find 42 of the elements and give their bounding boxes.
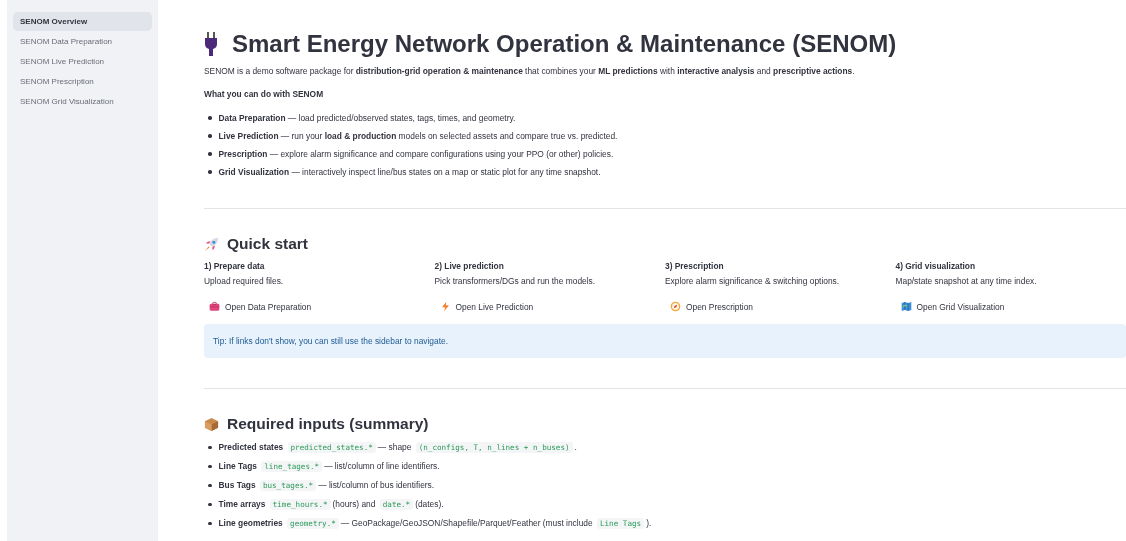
sidebar-item[interactable]: SENOM Prescription	[13, 72, 152, 91]
feature-item: Prescription — explore alarm significance and compare configurations using your PPO (or other) policies.	[218, 148, 614, 160]
page-title: Smart Energy Network Operation & Maintenance (SENOM)	[232, 30, 897, 58]
plug-icon	[204, 32, 218, 56]
step-title: 4) Grid visualization	[895, 261, 977, 271]
briefcase-icon	[209, 301, 220, 312]
section-label: What you can do with SENOM	[204, 89, 325, 99]
bullet-icon	[208, 152, 212, 156]
page-link[interactable]: Open Grid Visualization	[895, 301, 1010, 312]
step-description: Upload required files.	[204, 276, 285, 286]
section-heading: Required inputs (summary)	[227, 415, 429, 433]
bullet-icon	[208, 170, 212, 174]
bullet-icon	[208, 116, 212, 120]
step-description: Map/state snapshot at any time index.	[895, 276, 1038, 286]
intro-text: SENOM is a demo software package for distribution-grid operation & maintenance that combines your ML predictions with interactive analysis and prescriptive actions.	[204, 66, 856, 76]
feature-item: Grid Visualization — interactively inspect line/bus states on a map or static plot for any time snapshot.	[218, 166, 601, 178]
bullet-icon	[208, 445, 212, 450]
package-icon	[204, 416, 219, 432]
step-description: Pick transformers/DGs and run the models.	[434, 276, 597, 286]
compass-icon	[670, 301, 681, 312]
bullet-icon	[208, 134, 212, 138]
step-title: 2) Live prediction	[434, 261, 505, 271]
step-title: 3) Prescription	[665, 261, 725, 271]
sidebar-item[interactable]: SENOM Data Preparation	[13, 32, 152, 51]
bullet-icon	[208, 464, 212, 469]
bullet-icon	[208, 483, 212, 488]
sidebar-item[interactable]: SENOM Grid Visualization	[13, 92, 152, 111]
tip-banner: Tip: If links don't show, you can still use the sidebar to navigate.	[204, 324, 1126, 358]
step-title: 1) Prepare data	[204, 261, 266, 271]
section-heading: Quick start	[227, 235, 308, 253]
bullet-icon	[208, 521, 212, 526]
sidebar-item[interactable]: SENOM Overview	[13, 12, 152, 31]
feature-item: Live Prediction — run your load & production models on selected assets and compare true vs. predicted.	[218, 130, 618, 142]
rocket-icon	[204, 236, 219, 252]
sidebar-item[interactable]: SENOM Live Prediction	[13, 52, 152, 71]
step-description: Explore alarm significance & switching options.	[665, 276, 841, 286]
page-link[interactable]: Open Live Prediction	[434, 301, 539, 312]
map-icon	[900, 301, 912, 312]
page-link[interactable]: Open Data Preparation	[204, 301, 317, 312]
bullet-icon	[208, 502, 212, 507]
feature-item: Data Preparation — load predicted/observed states, tags, times, and geometry.	[218, 112, 516, 124]
page-link[interactable]: Open Prescription	[665, 301, 759, 312]
